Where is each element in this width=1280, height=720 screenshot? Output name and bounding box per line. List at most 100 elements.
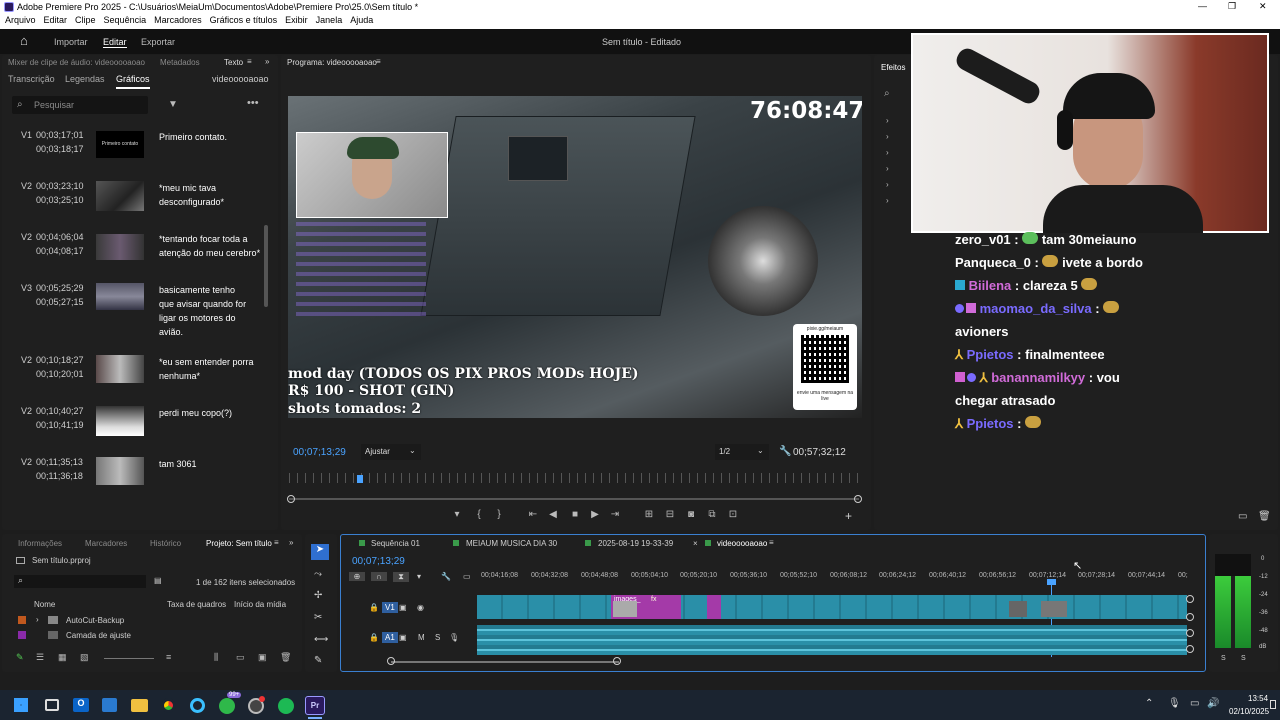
icon-view-icon[interactable]: ▦ [58, 652, 67, 663]
ripple-edit-icon[interactable]: ✢ [314, 590, 322, 601]
menu-clipe[interactable]: Clipe [75, 15, 96, 25]
tab-meiaum-musica[interactable]: MEIAUM MUSICA DIA 30 [466, 539, 557, 548]
cortana-icon[interactable] [190, 698, 205, 713]
chrome-icon[interactable] [161, 698, 176, 713]
caption-row[interactable]: V2 00;11;35;13 00;11;36;18 tam 3061 [2, 455, 260, 491]
tab-efeitos[interactable]: Efeitos [881, 63, 905, 72]
tab-informacoes[interactable]: Informações [18, 539, 62, 548]
panel-menu-icon[interactable]: ≡ [247, 57, 252, 66]
panel-menu-icon[interactable]: ≡ [769, 538, 774, 547]
effects-folder-list[interactable]: › › › › › › [886, 113, 906, 205]
task-view-icon[interactable] [45, 699, 59, 711]
close-tab-icon[interactable]: × [693, 539, 698, 548]
step-forward-icon[interactable]: ▶ [589, 509, 601, 521]
add-marker-icon[interactable]: ▾ [417, 572, 421, 581]
menu-marcadores[interactable]: Marcadores [154, 15, 202, 25]
caption-search[interactable]: ⌕ Pesquisar [12, 96, 148, 114]
menu-arquivo[interactable]: Arquivo [5, 15, 36, 25]
caption-row[interactable]: V2 00;10;40;27 00;10;41;19 perdi meu cop… [2, 404, 260, 440]
automate-icon[interactable]: ⫼ [214, 652, 218, 663]
lift-icon[interactable]: ⊞ [643, 509, 655, 521]
tab-legendas[interactable]: Legendas [65, 74, 105, 84]
track-end-handle[interactable] [1186, 613, 1194, 621]
fit-dropdown[interactable]: Ajustar ⌄ [361, 444, 421, 460]
zoom-handle-left[interactable] [387, 657, 395, 665]
proxy-icon[interactable]: ⊡ [727, 509, 739, 521]
outlook-icon[interactable]: O [73, 698, 89, 712]
list-item[interactable]: › AutoCut-Backup [14, 614, 284, 628]
project-search[interactable]: ⌕ [14, 575, 146, 588]
sort-icon[interactable]: ≡ [166, 652, 171, 662]
video-clip[interactable] [1009, 601, 1027, 617]
trash-icon[interactable]: 🗑 [280, 652, 291, 663]
tab-audio-mixer[interactable]: Mixer de clipe de áudio: videooooaoao [8, 58, 145, 67]
razor-icon[interactable]: ✂ [314, 612, 322, 623]
tab-recording[interactable]: 2025-08-19 19-33-39 [598, 539, 673, 548]
selection-tool-icon[interactable]: ➤ [311, 544, 329, 560]
mic-tray-icon[interactable]: 🎙 [1168, 698, 1181, 709]
go-to-in-icon[interactable]: ⇤ [527, 509, 539, 521]
mute-icon[interactable]: M [418, 633, 425, 642]
track-select-icon[interactable]: ⤳ [314, 569, 322, 580]
filter-icon[interactable]: ▼ [168, 99, 178, 110]
search-icon[interactable]: ⌕ [884, 88, 890, 99]
caption-row[interactable]: V1 00;03;17;01 00;03;18;17 Primeiro cont… [2, 128, 260, 164]
menu-editar[interactable]: Editar [44, 15, 68, 25]
menu-janela[interactable]: Janela [316, 15, 343, 25]
tab-marcadores[interactable]: Marcadores [85, 539, 127, 548]
step-back-icon[interactable]: ◀ [547, 509, 559, 521]
tab-videooooaoao[interactable]: videooooaoao [717, 539, 767, 548]
file-explorer-icon[interactable] [131, 699, 148, 712]
track-v1-label[interactable]: V1 [382, 602, 398, 613]
snap-icon[interactable]: ∩ [371, 572, 387, 581]
video-clip[interactable] [1041, 601, 1067, 617]
menu-exibir[interactable]: Exibir [285, 15, 308, 25]
eye-icon[interactable]: ◉ [417, 603, 424, 612]
camera-icon[interactable]: ◙ [685, 509, 697, 521]
scrollbar[interactable] [264, 225, 268, 307]
sync-lock-icon[interactable]: ▣ [399, 603, 407, 612]
video-clip[interactable] [613, 601, 637, 617]
tab-historico[interactable]: Histórico [150, 539, 181, 548]
freeform-view-icon[interactable]: ▧ [80, 652, 89, 663]
maximize-button[interactable]: ❐ [1228, 1, 1236, 12]
lock-icon[interactable]: 🔒 [369, 603, 379, 612]
expand-panels-icon[interactable]: » [265, 57, 269, 66]
clock-date[interactable]: 02/10/2025 [1229, 707, 1269, 716]
network-icon[interactable]: ▭ [1190, 698, 1199, 709]
video-track-v1[interactable] [477, 595, 1187, 619]
monitor-ruler[interactable] [289, 473, 859, 483]
track-end-handle[interactable] [1186, 645, 1194, 653]
new-bin-icon[interactable]: ▤ [154, 576, 162, 585]
playhead-marker[interactable] [357, 475, 363, 483]
caption-row[interactable]: V3 00;05;25;29 00;05;27;15 basicamente t… [2, 281, 260, 341]
pen-icon[interactable]: ✎ [314, 655, 322, 666]
home-icon[interactable]: ⌂ [20, 34, 33, 47]
more-icon[interactable]: ••• [247, 97, 259, 109]
list-item[interactable]: Camada de ajuste [14, 629, 284, 643]
whatsapp-icon[interactable] [219, 698, 235, 714]
tab-projeto[interactable]: Projeto: Sem título [206, 539, 272, 548]
mark-out-icon[interactable]: } [493, 509, 505, 521]
new-bin-icon[interactable]: ▭ [1238, 511, 1247, 522]
timeline-timecode[interactable]: 00;07;13;29 [352, 556, 405, 567]
tab-exportar[interactable]: Exportar [141, 37, 175, 47]
playhead-handle[interactable] [1047, 579, 1056, 585]
settings-wrench-icon[interactable]: 🔧 [441, 572, 451, 581]
menu-graficos[interactable]: Gráficos e títulos [210, 15, 278, 25]
extract-icon[interactable]: ⊟ [664, 509, 676, 521]
track-end-handle[interactable] [1186, 595, 1194, 603]
solo-left-button[interactable]: S [1221, 655, 1226, 662]
trash-icon[interactable]: 🗑 [1258, 511, 1271, 522]
tab-transcricao[interactable]: Transcrição [8, 74, 55, 84]
program-menu-icon[interactable]: ≡ [376, 57, 381, 66]
new-item-icon[interactable]: ▣ [258, 652, 267, 663]
panel-menu-icon[interactable]: ≡ [274, 538, 279, 547]
list-view-icon[interactable]: ☰ [36, 652, 44, 663]
mic-icon[interactable]: 🎙 [449, 633, 459, 642]
go-to-out-icon[interactable]: ⇥ [609, 509, 621, 521]
tab-texto[interactable]: Texto [224, 58, 243, 67]
menu-ajuda[interactable]: Ajuda [350, 15, 373, 25]
col-taxa[interactable]: Taxa de quadros [167, 600, 226, 609]
sync-lock-icon[interactable]: ▣ [399, 633, 407, 642]
